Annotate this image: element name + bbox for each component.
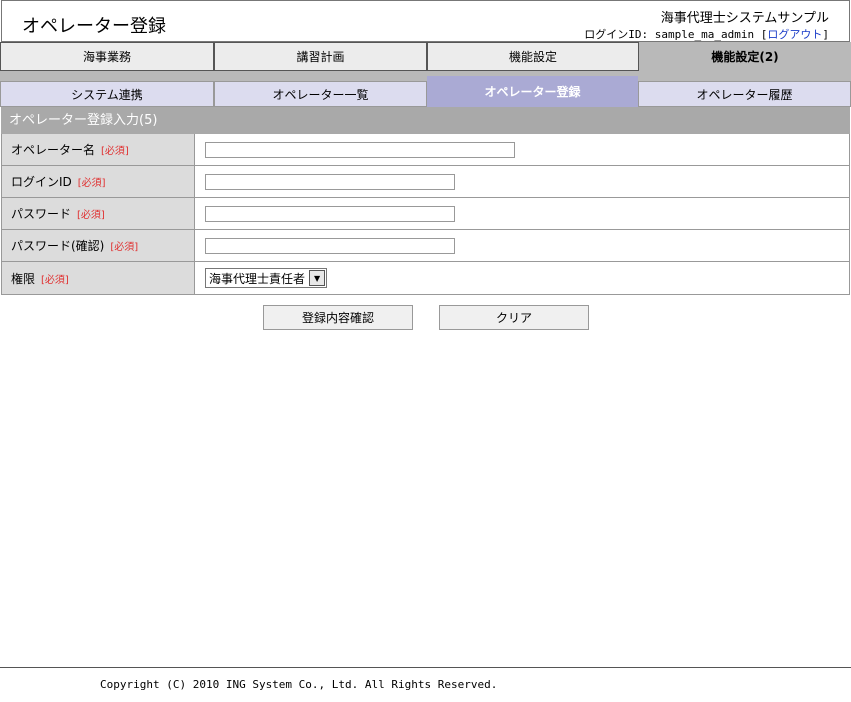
form-row-operator-name: オペレーター名 [必須]	[2, 134, 849, 166]
logout-link[interactable]: ログアウト	[767, 28, 822, 41]
tab-operator-list[interactable]: オペレーター一覧	[214, 81, 427, 107]
required-mark: [必須]	[101, 146, 129, 157]
tab-course-plan[interactable]: 講習計画	[214, 42, 427, 71]
section-title: オペレーター登録入力(5)	[1, 107, 850, 134]
required-mark: [必須]	[77, 210, 105, 221]
required-mark: [必須]	[110, 242, 139, 253]
field-label: 権限 [必須]	[2, 262, 195, 294]
password-confirm-label: パスワード(確認)	[11, 239, 105, 253]
password-label: パスワード	[11, 207, 72, 221]
field-label: パスワード(確認) [必須]	[2, 230, 195, 261]
permission-select[interactable]: 海事代理士責任者 ▼	[205, 268, 328, 288]
login-id-text: ログインID: sample_ma_admin [	[584, 28, 768, 41]
footer-divider	[0, 667, 851, 668]
field-label: パスワード [必須]	[2, 198, 195, 229]
permission-label: 権限	[11, 271, 36, 286]
chevron-down-icon[interactable]: ▼	[309, 270, 326, 286]
tab-system-link[interactable]: システム連携	[0, 81, 214, 107]
password-confirm-input[interactable]	[205, 237, 455, 254]
operator-name-label: オペレーター名	[11, 143, 96, 157]
main-nav: 海事業務 講習計画 機能設定 機能設定(2)	[0, 42, 851, 71]
field-label: オペレーター名 [必須]	[2, 134, 195, 165]
login-info: ログインID: sample_ma_admin [ログアウト]	[584, 26, 829, 42]
login-id-label: ログインID	[11, 175, 72, 189]
tab-operator-register[interactable]: オペレーター登録	[427, 76, 638, 107]
operator-name-input[interactable]	[205, 141, 515, 158]
tab-function-settings[interactable]: 機能設定	[427, 42, 639, 71]
form-row-permission: 権限 [必須] 海事代理士責任者 ▼	[2, 262, 849, 294]
operator-form: オペレーター名 [必須] ログインID [必須] パスワード [必須] パスワード(確…	[1, 134, 850, 295]
tab-maritime-business[interactable]: 海事業務	[0, 42, 214, 71]
login-id-input[interactable]	[205, 173, 455, 190]
sub-nav: システム連携 オペレーター一覧 オペレーター登録 オペレーター履歴	[0, 76, 851, 107]
header: オペレーター登録 海事代理士システムサンプル ログインID: sample_ma…	[1, 0, 850, 42]
login-suffix: ]	[822, 28, 829, 41]
system-name: 海事代理士システムサンプル	[660, 11, 829, 26]
page-title: オペレーター登録	[22, 16, 166, 37]
required-mark: [必須]	[41, 274, 69, 286]
form-row-password: パスワード [必須]	[2, 198, 849, 230]
form-row-login-id: ログインID [必須]	[2, 166, 849, 198]
form-row-password-confirm: パスワード(確認) [必須]	[2, 230, 849, 262]
permission-selected-value: 海事代理士責任者	[209, 271, 306, 286]
field-label: ログインID [必須]	[2, 166, 195, 197]
required-mark: [必須]	[77, 178, 106, 189]
password-input[interactable]	[205, 205, 455, 222]
clear-button[interactable]: クリア	[439, 305, 589, 330]
tab-function-settings-2[interactable]: 機能設定(2)	[639, 42, 851, 71]
tab-operator-history[interactable]: オペレーター履歴	[638, 81, 851, 107]
copyright: Copyright (C) 2010 ING System Co., Ltd. …	[100, 678, 498, 691]
confirm-registration-button[interactable]: 登録内容確認	[263, 305, 413, 330]
